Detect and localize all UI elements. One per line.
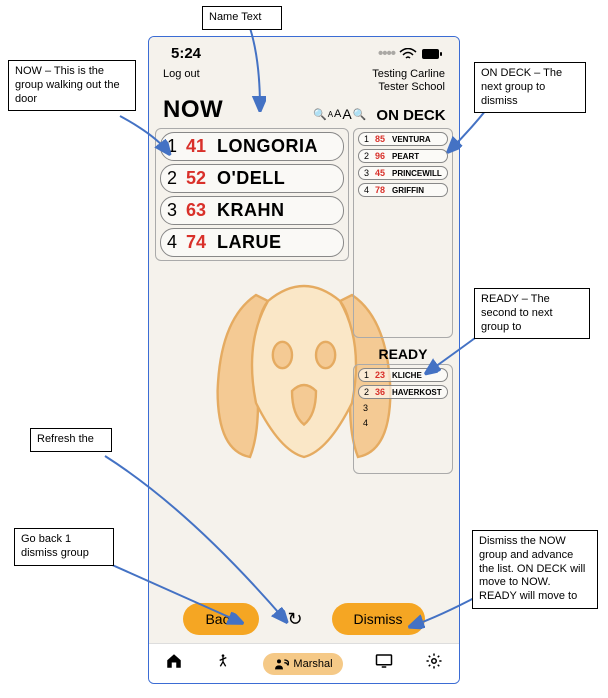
row-index: 1 bbox=[364, 370, 372, 380]
row-name: LONGORIA bbox=[217, 136, 318, 157]
row-name: LARUE bbox=[217, 232, 282, 253]
ondeck-row[interactable]: 2 96 PEART bbox=[358, 149, 448, 163]
school-name: Testing Carline Tester School bbox=[372, 68, 445, 94]
callout-ready: READY – The second to next group to bbox=[474, 288, 590, 339]
row-number: 36 bbox=[375, 387, 389, 397]
text-size-med[interactable]: A bbox=[334, 108, 341, 120]
school-line1: Testing Carline bbox=[372, 68, 445, 81]
ondeck-row[interactable]: 4 78 GRIFFIN bbox=[358, 183, 448, 197]
row-index: 3 bbox=[363, 403, 371, 413]
row-number: 52 bbox=[186, 168, 212, 189]
ondeck-header: ON DECK bbox=[373, 107, 449, 124]
text-size-controls[interactable]: 🔍 A A A 🔍 bbox=[313, 106, 373, 122]
callout-dismiss: Dismiss the NOW group and advance the li… bbox=[472, 530, 598, 609]
row-index: 1 bbox=[364, 134, 372, 144]
callout-refresh: Refresh the bbox=[30, 428, 112, 452]
ready-list: 1 23 KLICHE 2 36 HAVERKOST 3 4 bbox=[353, 364, 453, 474]
now-list: 1 41 LONGORIA 2 52 O'DELL 3 63 KRAHN 4 7… bbox=[155, 128, 349, 261]
zoom-in-icon[interactable]: 🔍 bbox=[353, 108, 367, 121]
now-header: NOW bbox=[163, 96, 313, 124]
callout-back: Go back 1 dismiss group bbox=[14, 528, 114, 566]
row-number: 85 bbox=[375, 134, 389, 144]
row-number: 96 bbox=[375, 151, 389, 161]
school-line2: Tester School bbox=[372, 81, 445, 94]
row-index: 4 bbox=[363, 418, 371, 428]
row-name: O'DELL bbox=[217, 168, 285, 189]
row-number: 45 bbox=[375, 168, 389, 178]
ondeck-row[interactable]: 3 45 PRINCEWILL bbox=[358, 166, 448, 180]
phone-frame: 5:24 •••• Log out Testing Carline Tester… bbox=[148, 36, 460, 684]
row-index: 1 bbox=[167, 136, 181, 157]
row-index: 4 bbox=[364, 185, 372, 195]
dots-icon: •••• bbox=[378, 45, 395, 62]
ready-row: 4 bbox=[358, 417, 448, 429]
row-index: 2 bbox=[167, 168, 181, 189]
marshal-icon bbox=[273, 657, 289, 671]
callout-now: NOW – This is the group walking out the … bbox=[8, 60, 136, 111]
row-index: 2 bbox=[364, 387, 372, 397]
row-name: GRIFFIN bbox=[392, 186, 424, 195]
zoom-out-icon[interactable]: 🔍 bbox=[313, 108, 327, 121]
bottom-nav: Marshal bbox=[149, 643, 459, 683]
row-number: 23 bbox=[375, 370, 389, 380]
row-number: 41 bbox=[186, 136, 212, 157]
ondeck-list: 1 85 VENTURA 2 96 PEART 3 45 PRINCEWILL … bbox=[353, 128, 453, 338]
status-time: 5:24 bbox=[171, 45, 201, 62]
battery-icon bbox=[421, 48, 443, 60]
row-index: 4 bbox=[167, 232, 181, 253]
row-number: 78 bbox=[375, 185, 389, 195]
row-index: 2 bbox=[364, 151, 372, 161]
row-number: 63 bbox=[186, 200, 212, 221]
status-icons: •••• bbox=[378, 45, 443, 62]
status-bar: 5:24 •••• bbox=[149, 37, 459, 64]
ondeck-row[interactable]: 1 85 VENTURA bbox=[358, 132, 448, 146]
nav-home-icon[interactable] bbox=[165, 652, 183, 675]
ready-row[interactable]: 1 23 KLICHE bbox=[358, 368, 448, 382]
row-number: 74 bbox=[186, 232, 212, 253]
nav-settings-icon[interactable] bbox=[425, 652, 443, 675]
row-index: 3 bbox=[167, 200, 181, 221]
ready-row: 3 bbox=[358, 402, 448, 414]
row-name: KRAHN bbox=[217, 200, 285, 221]
dismiss-button[interactable]: Dismiss bbox=[332, 603, 425, 635]
now-row[interactable]: 2 52 O'DELL bbox=[160, 164, 344, 193]
ready-header: READY bbox=[353, 346, 453, 362]
nav-display-icon[interactable] bbox=[375, 653, 393, 674]
row-index: 3 bbox=[364, 168, 372, 178]
row-name: PRINCEWILL bbox=[392, 169, 442, 178]
row-name: HAVERKOST bbox=[392, 388, 442, 397]
now-row[interactable]: 4 74 LARUE bbox=[160, 228, 344, 257]
row-name: PEART bbox=[392, 152, 419, 161]
callout-ondeck: ON DECK – The next group to dismiss bbox=[474, 62, 586, 113]
back-button[interactable]: Back bbox=[183, 603, 258, 635]
wifi-icon bbox=[399, 48, 417, 60]
nav-walker-icon[interactable] bbox=[215, 652, 231, 675]
row-name: VENTURA bbox=[392, 135, 431, 144]
text-size-large[interactable]: A bbox=[342, 106, 351, 122]
row-name: KLICHE bbox=[392, 371, 422, 380]
nav-marshal[interactable]: Marshal bbox=[263, 653, 342, 675]
ready-row[interactable]: 2 36 HAVERKOST bbox=[358, 385, 448, 399]
now-row[interactable]: 3 63 KRAHN bbox=[160, 196, 344, 225]
logout-link[interactable]: Log out bbox=[163, 68, 200, 80]
nav-marshal-label: Marshal bbox=[293, 658, 332, 670]
refresh-icon[interactable]: ↻ bbox=[288, 609, 303, 630]
callout-name-text: Name Text bbox=[202, 6, 282, 30]
now-row[interactable]: 1 41 LONGORIA bbox=[160, 132, 344, 161]
text-size-small[interactable]: A bbox=[328, 110, 333, 119]
